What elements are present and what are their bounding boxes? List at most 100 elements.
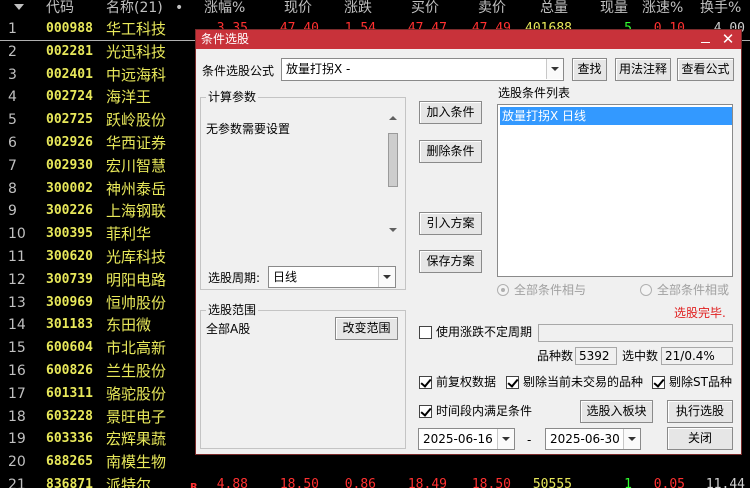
price: 18.50 (279, 477, 319, 488)
use-period-label[interactable]: 使用涨跌不定周期 (436, 324, 532, 340)
table-header: 代码 名称(21) • 涨幅% 现价 涨跌 买价 卖价 总量 现量 涨速% 换手… (0, 0, 750, 18)
stock-code: 300620 (46, 249, 93, 264)
sort-arrow-icon[interactable] (14, 4, 24, 10)
condition-list-label: 选股条件列表 (498, 86, 571, 100)
delete-condition-button[interactable]: 删除条件 (419, 140, 482, 163)
close-icon[interactable]: ✕ (719, 30, 737, 48)
count-value: 5392 (575, 347, 617, 365)
stock-name: 兰生股份 (106, 362, 167, 380)
save-plan-button[interactable]: 保存方案 (419, 250, 482, 273)
params-scrollbar[interactable] (386, 113, 400, 237)
params-group-title: 计算参数 (206, 90, 259, 104)
stock-code: 300739 (46, 271, 93, 287)
scroll-down-icon[interactable] (389, 228, 397, 232)
find-button[interactable]: 查找 (572, 58, 607, 81)
pre-rights-checkbox[interactable] (419, 376, 432, 389)
stock-code: 002724 (46, 89, 93, 105)
exclude-untraded-checkbox[interactable] (506, 376, 519, 389)
col-price[interactable]: 现价 (284, 0, 312, 18)
date-from-combo[interactable]: 2025-06-16 (418, 428, 515, 450)
stock-name: 宏川智慧 (106, 156, 167, 175)
stock-name: 跃岭股份 (106, 111, 167, 130)
row-number: 20 (8, 454, 26, 471)
add-to-block-button[interactable]: 选股入板块 (580, 400, 653, 423)
chevron-down-icon[interactable] (378, 267, 395, 287)
add-condition-button[interactable]: 加入条件 (419, 101, 482, 124)
close-button[interactable]: 关闭 (667, 427, 733, 450)
col-change-pct[interactable]: 涨幅% (204, 0, 245, 18)
period-combo[interactable]: 日线 (268, 266, 396, 288)
stock-name: 上海钢联 (106, 202, 167, 221)
stock-name: 恒帅股份 (106, 293, 167, 312)
stock-code: 301183 (46, 317, 93, 333)
row-number: 19 (8, 431, 26, 448)
dialog-titlebar[interactable]: 条件选股 ✕ (196, 30, 741, 49)
pre-rights-label[interactable]: 前复权数据 (436, 374, 496, 390)
scroll-up-icon[interactable] (389, 116, 397, 120)
stock-code: 002930 (46, 157, 93, 173)
row-number: 6 (8, 135, 17, 151)
stock-name: 南模生物 (106, 453, 167, 472)
row-number: 2 (8, 43, 17, 60)
count-label: 品种数 (537, 349, 574, 363)
col-code[interactable]: 代码 (46, 0, 74, 18)
stock-name: 光库科技 (106, 248, 167, 266)
stock-name: 宏辉果蔬 (106, 430, 167, 449)
change-range-button[interactable]: 改变范围 (335, 317, 398, 340)
exclude-untraded-label[interactable]: 剔除当前未交易的品种 (523, 374, 643, 390)
status-text: 选股完毕. (674, 306, 726, 320)
stock-code: 601311 (46, 385, 93, 401)
stock-name: 菲利华 (106, 225, 152, 244)
formula-combo[interactable]: 放量打拐X - (281, 58, 564, 81)
radio-all-and[interactable] (497, 284, 509, 296)
stock-name: 海洋王 (106, 88, 152, 107)
col-change[interactable]: 涨跌 (344, 0, 372, 18)
row-number: 18 (8, 408, 26, 425)
minimize-icon[interactable] (698, 31, 714, 47)
radio-all-or[interactable] (640, 284, 652, 296)
condition-list[interactable]: 放量打拐X 日线 (497, 104, 733, 277)
col-name[interactable]: 名称(21) (106, 0, 163, 18)
execute-selection-button[interactable]: 执行选股 (667, 400, 733, 423)
row-number: 8 (8, 180, 17, 197)
col-volume[interactable]: 总量 (540, 0, 568, 18)
row-number: 10 (8, 226, 26, 243)
time-range-checkbox[interactable] (419, 405, 432, 418)
table-row[interactable]: 21 836871 派特尔 R 4.88 18.50 0.86 18.49 18.50 50555… (0, 474, 750, 488)
usage-notes-button[interactable]: 用法注释 (615, 58, 671, 81)
selected-label: 选中数 (622, 349, 659, 363)
row-number: 12 (8, 271, 26, 288)
date-from-value: 2025-06-16 (423, 432, 493, 446)
chevron-down-icon[interactable] (623, 429, 640, 449)
view-formula-button[interactable]: 查看公式 (677, 58, 734, 81)
exclude-st-checkbox[interactable] (652, 376, 665, 389)
stock-name: 东田微 (106, 316, 152, 335)
col-speed[interactable]: 涨速% (642, 0, 683, 18)
import-plan-button[interactable]: 引入方案 (419, 212, 482, 235)
radio-all-and-label[interactable]: 全部条件相与 (514, 282, 586, 298)
use-period-checkbox[interactable] (419, 326, 432, 339)
col-dot[interactable]: • (175, 0, 183, 18)
col-current[interactable]: 现量 (600, 0, 628, 18)
stock-code: 300226 (46, 203, 93, 219)
col-sell[interactable]: 卖价 (478, 0, 506, 18)
chevron-down-icon[interactable] (546, 59, 563, 79)
row-number: 17 (8, 385, 26, 402)
date-to-combo[interactable]: 2025-06-30 (545, 428, 641, 450)
scroll-thumb[interactable] (388, 133, 398, 187)
margin-flag: R (190, 482, 198, 488)
stock-name: 华西证券 (106, 134, 167, 152)
list-item[interactable]: 放量打拐X 日线 (500, 107, 732, 125)
col-turnover[interactable]: 换手% (700, 0, 741, 18)
stock-code: 688265 (46, 454, 93, 470)
exclude-st-label[interactable]: 剔除ST品种 (669, 374, 732, 390)
radio-all-or-label[interactable]: 全部条件相或 (657, 282, 729, 298)
period-field[interactable] (538, 324, 733, 342)
col-buy[interactable]: 买价 (411, 0, 439, 18)
row-number: 14 (8, 317, 26, 334)
stock-code: 300002 (46, 180, 93, 196)
chevron-down-icon[interactable] (497, 429, 514, 449)
time-range-label[interactable]: 时间段内满足条件 (436, 403, 532, 419)
period-value: 日线 (273, 270, 298, 284)
stock-code: 000988 (46, 21, 93, 36)
